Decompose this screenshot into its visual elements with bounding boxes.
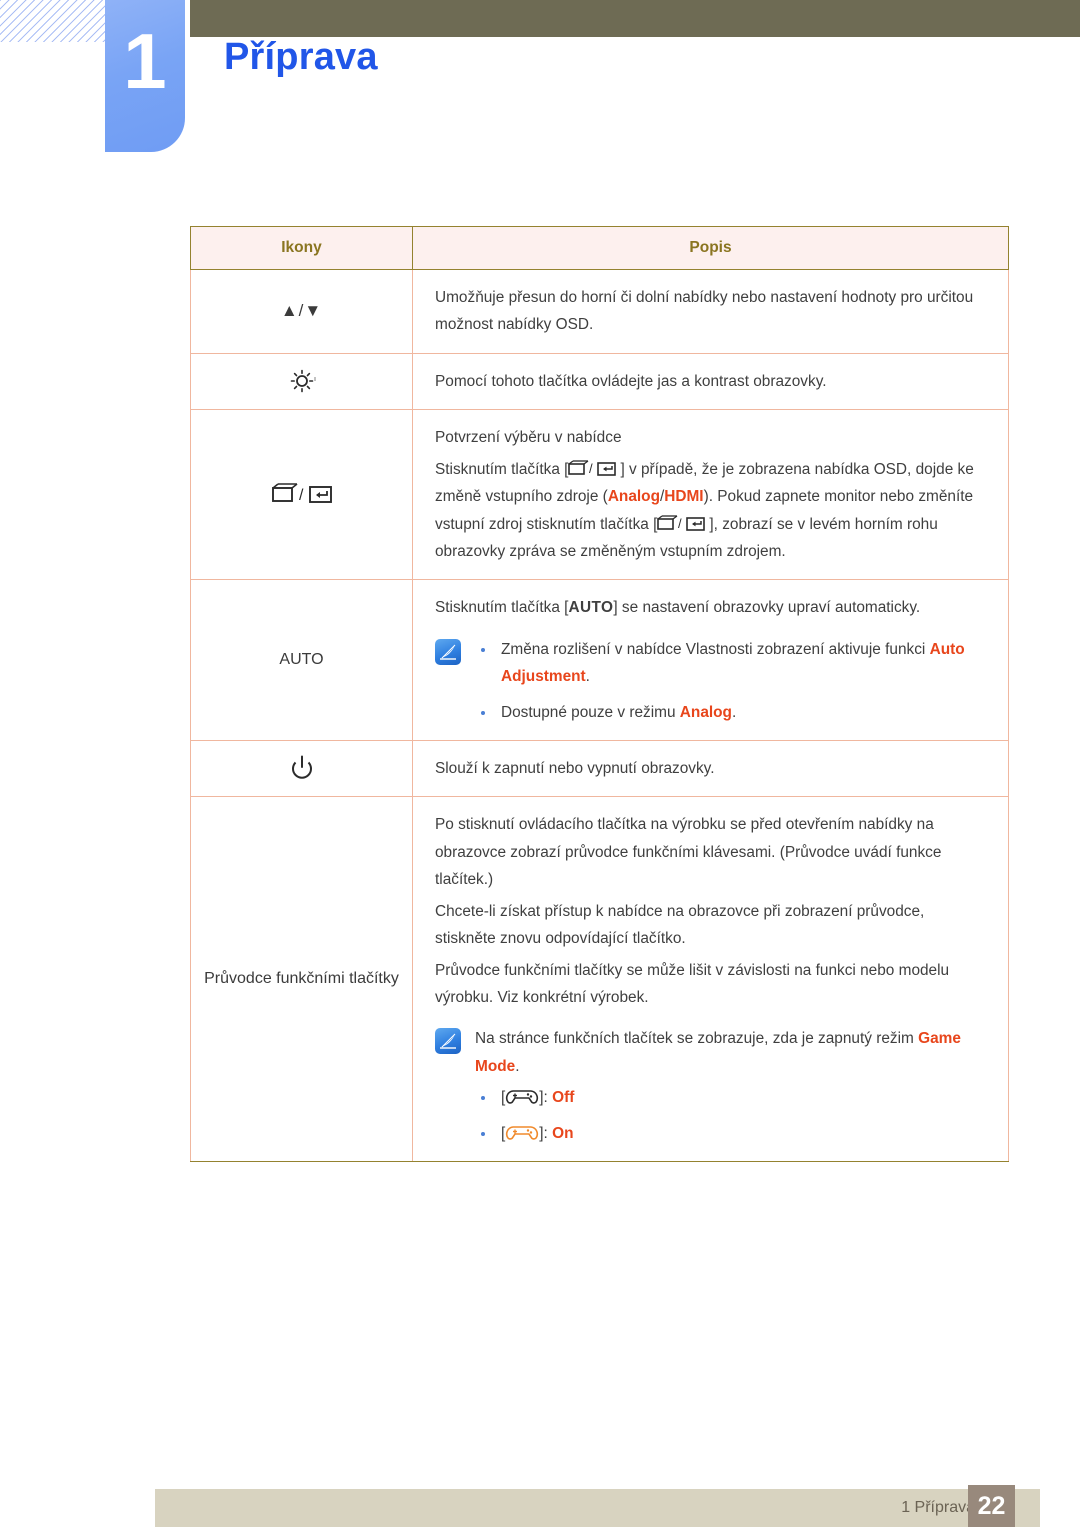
gamepad-on-icon — [506, 1125, 539, 1140]
key-auto: AUTO — [568, 599, 614, 617]
cell-icon-arrows: ▲/▼ — [190, 269, 413, 354]
cell-description: Po stisknutí ovládacího tlačítka na výro… — [412, 796, 1009, 1163]
source-enter-icon: / — [271, 483, 333, 507]
description-text: Potvrzení výběru v nabídce — [435, 429, 622, 447]
text-fragment: Změna rozlišení v nabídce Vlastnosti zob… — [501, 640, 930, 658]
description-text: Průvodce funkčními tlačítky se může liši… — [435, 961, 950, 1007]
list-item: Změna rozlišení v nabídce Vlastnosti zob… — [475, 636, 988, 691]
note-body: Na stránce funkčních tlačítek se zobrazu… — [475, 1025, 988, 1147]
game-mode-bullet-list: []: Off []: On — [475, 1084, 988, 1147]
cell-description: Slouží k zapnutí nebo vypnutí obrazovky. — [412, 740, 1009, 798]
note-bullet-list: Změna rozlišení v nabídce Vlastnosti zob… — [475, 636, 988, 726]
page-title: Příprava — [224, 36, 378, 78]
up-down-arrows-icon: ▲/▼ — [280, 301, 323, 321]
list-item: Dostupné pouze v režimu Analog. — [475, 699, 988, 726]
description-text: Pomocí tohoto tlačítka ovládejte jas a k… — [435, 372, 827, 390]
column-header-description: Popis — [412, 226, 1009, 270]
cell-icon-auto: AUTO — [190, 579, 413, 742]
chapter-number-tab: 1 — [105, 0, 185, 152]
table-row: Pomocí tohoto tlačítka ovládejte jas a k… — [190, 352, 1009, 411]
auto-button-icon: AUTO — [279, 651, 324, 669]
text-fragment: . — [585, 668, 590, 686]
text-fragment: ]: — [539, 1124, 553, 1142]
description-text-rich: Stisknutím tlačítka [AUTO] se nastavení … — [435, 594, 988, 621]
list-item: []: Off — [475, 1084, 988, 1111]
power-button-icon — [290, 755, 314, 782]
note-text-rich: Na stránce funkčních tlačítek se zobrazu… — [475, 1025, 988, 1080]
svg-text:/: / — [299, 487, 304, 504]
cell-description: Umožňuje přesun do horní či dolní nabídk… — [412, 269, 1009, 354]
table-row: ▲/▼ Umožňuje přesun do horní či dolní na… — [190, 269, 1009, 354]
table-row: / Potvrzení výběru v nabídce Stisknutím … — [190, 409, 1009, 581]
function-key-guide-label: Průvodce funkčními tlačítky — [204, 970, 399, 988]
cell-function-key-guide-label: Průvodce funkčními tlačítky — [190, 796, 413, 1163]
cell-icon-power — [190, 740, 413, 798]
cell-description: Stisknutím tlačítka [AUTO] se nastavení … — [412, 579, 1009, 742]
description-text: Chcete-li získat přístup k nabídce na ob… — [435, 902, 925, 948]
text-fragment: Dostupné pouze v režimu — [501, 703, 680, 721]
brightness-sun-icon — [287, 369, 317, 395]
description-text: Umožňuje přesun do horní či dolní nabídk… — [435, 289, 974, 334]
keyword-hdmi: HDMI — [664, 488, 704, 506]
game-mode-state-on: On — [552, 1124, 574, 1142]
gamepad-off-icon — [506, 1090, 539, 1105]
table-header-row: Ikony Popis — [190, 226, 1009, 270]
corner-hatch-decoration — [0, 0, 112, 42]
description-text-rich: Stisknutím tlačítka [/] v případě, že je… — [435, 456, 988, 566]
footer-page-number: 22 — [968, 1485, 1015, 1527]
description-text: Slouží k zapnutí nebo vypnutí obrazovky. — [435, 760, 715, 778]
button-description-table: Ikony Popis ▲/▼ Umožňuje přesun do horní… — [190, 226, 1009, 1163]
cell-icon-brightness — [190, 352, 413, 411]
cell-description: Potvrzení výběru v nabídce Stisknutím tl… — [412, 409, 1009, 581]
column-header-icons: Ikony — [190, 226, 413, 270]
note-block: Změna rozlišení v nabídce Vlastnosti zob… — [435, 636, 988, 726]
game-mode-state-off: Off — [552, 1089, 575, 1107]
text-fragment: Stisknutím tlačítka [ — [435, 460, 569, 478]
text-fragment: ]: — [539, 1089, 553, 1107]
footer-chapter-label: 1 Příprava — [901, 1499, 975, 1516]
table-row: Slouží k zapnutí nebo vypnutí obrazovky. — [190, 740, 1009, 798]
svg-text:/: / — [678, 516, 682, 531]
note-pen-icon — [435, 638, 461, 665]
header-olive-bar — [190, 0, 1080, 37]
note-pen-icon — [435, 1028, 461, 1055]
text-fragment: ] se nastavení obrazovky upraví automati… — [613, 599, 921, 617]
note-body: Změna rozlišení v nabídce Vlastnosti zob… — [475, 636, 988, 726]
keyword-analog: Analog — [679, 703, 732, 721]
text-fragment: Na stránce funkčních tlačítek se zobrazu… — [475, 1030, 919, 1048]
keyword-analog: Analog — [607, 488, 660, 506]
text-fragment: Stisknutím tlačítka [ — [435, 599, 569, 617]
description-text: Po stisknutí ovládacího tlačítka na výro… — [435, 816, 942, 889]
text-fragment: . — [731, 703, 737, 721]
cell-icon-source-enter: / — [190, 409, 413, 581]
list-item: []: On — [475, 1120, 988, 1147]
svg-text:/: / — [589, 461, 593, 476]
cell-description: Pomocí tohoto tlačítka ovládejte jas a k… — [412, 352, 1009, 411]
note-block: Na stránce funkčních tlačítek se zobrazu… — [435, 1025, 988, 1147]
chapter-number: 1 — [123, 17, 167, 105]
table-row: AUTO Stisknutím tlačítka [AUTO] se nasta… — [190, 579, 1009, 742]
table-row: Průvodce funkčními tlačítky Po stisknutí… — [190, 796, 1009, 1163]
text-fragment: . — [515, 1057, 520, 1075]
